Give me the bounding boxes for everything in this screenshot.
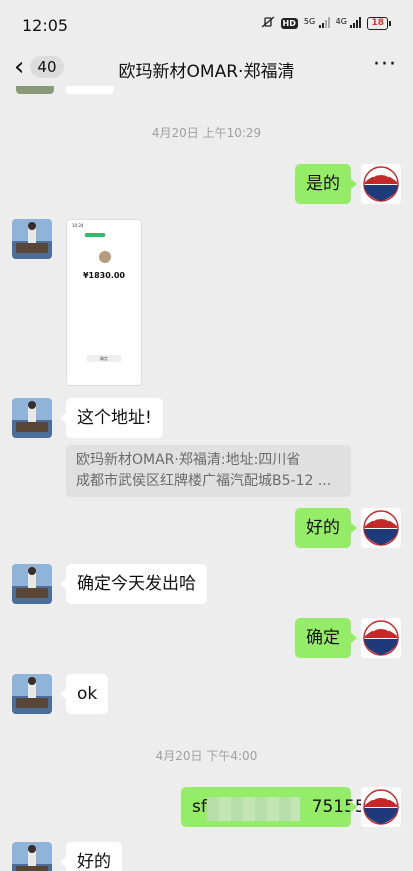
chat-header: ‹ 40 欧玛新材OMAR·郑福清 ···: [0, 50, 413, 86]
chevron-left-icon: ‹: [14, 52, 25, 82]
tracking-suffix: 75155: [311, 797, 366, 817]
tracking-prefix: sf: [192, 797, 207, 817]
battery-icon: 18: [367, 17, 391, 30]
timestamp: 4月20日 下午4:00: [155, 749, 258, 763]
more-options-button[interactable]: ···: [373, 52, 397, 77]
moutai-logo-icon: [363, 166, 399, 202]
timestamp: 4月20日 上午10:29: [151, 126, 262, 140]
redaction-blur: [207, 797, 300, 821]
image-green-tag: [85, 233, 105, 237]
quoted-message[interactable]: 欧玛新材OMAR·郑福清:地址:四川省 成都市武侯区红牌楼广福汽配城B5-12 …: [66, 445, 351, 497]
contact-avatar[interactable]: [12, 398, 52, 438]
quote-line: 欧玛新材OMAR·郑福清:地址:四川省: [76, 452, 301, 468]
my-avatar[interactable]: [361, 787, 401, 827]
vibrate-off-icon: [261, 16, 275, 31]
outgoing-message[interactable]: 好的: [295, 508, 357, 548]
status-bar: 12:05 HD 5G 4G 18: [0, 0, 413, 50]
image-amount: ¥1830.00: [82, 271, 125, 280]
signal-5g-icon: 5G: [303, 16, 330, 31]
previous-message-fragment: [66, 86, 114, 94]
image-avatar: [99, 251, 111, 263]
my-avatar[interactable]: [361, 508, 401, 548]
battery-level: 18: [371, 18, 384, 28]
quote-line: 成都市武侯区红牌楼广福汽配城B5-12 ...: [76, 473, 332, 489]
hd-badge: HD: [280, 18, 298, 29]
my-avatar[interactable]: [361, 618, 401, 658]
outgoing-message[interactable]: 确定: [295, 618, 357, 658]
net-4g-label: 4G: [335, 16, 347, 26]
net-5g-label: 5G: [303, 16, 316, 26]
moutai-logo-icon: [363, 789, 399, 825]
contact-avatar[interactable]: [12, 564, 52, 604]
previous-message-fragment: [16, 86, 54, 94]
my-avatar[interactable]: [361, 164, 401, 204]
contact-avatar[interactable]: [12, 842, 52, 871]
back-button[interactable]: ‹ 40: [14, 54, 64, 80]
incoming-message[interactable]: 好的: [60, 842, 122, 871]
outgoing-message[interactable]: 是的: [295, 164, 357, 204]
image-status-time: 10:24: [72, 223, 84, 228]
moutai-logo-icon: [363, 620, 399, 656]
signal-4g-icon: 4G: [335, 16, 362, 31]
incoming-message[interactable]: ok: [59, 674, 109, 714]
status-icons: HD 5G 4G 18: [261, 16, 391, 31]
moutai-logo-icon: [363, 510, 399, 546]
image-message[interactable]: 10:24 ¥1830.00 确定: [66, 219, 142, 386]
unread-count-badge: 40: [30, 56, 64, 78]
status-time: 12:05: [22, 15, 69, 35]
contact-avatar[interactable]: [12, 219, 52, 259]
incoming-message[interactable]: 确定今天发出哈: [60, 564, 207, 604]
image-button: 确定: [87, 355, 121, 362]
contact-avatar[interactable]: [12, 674, 52, 714]
incoming-message[interactable]: 这个地址!: [60, 398, 163, 438]
